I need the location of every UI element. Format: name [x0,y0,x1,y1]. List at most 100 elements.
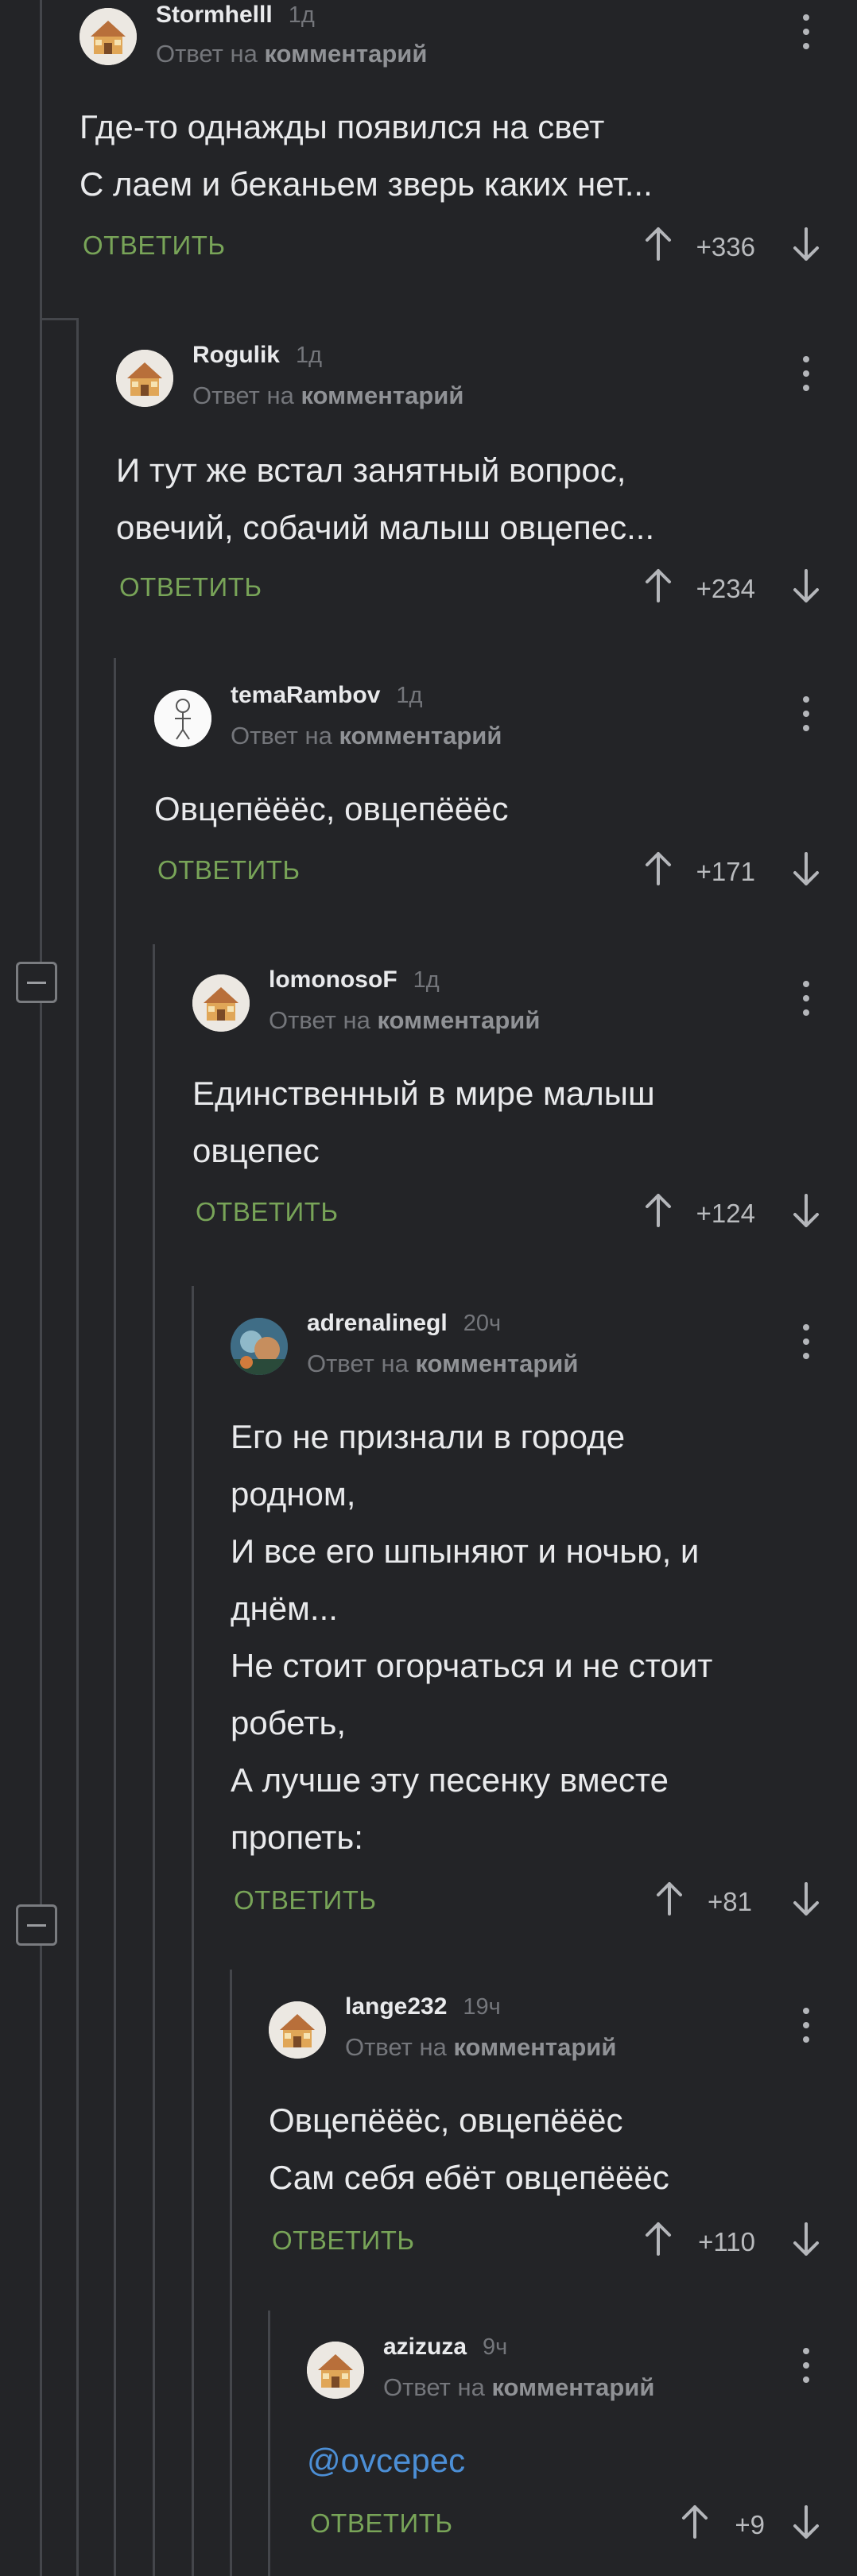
reply-prefix: Ответ на [192,382,294,409]
reply-button[interactable]: ОТВЕТИТЬ [196,1197,339,1227]
username-text[interactable]: lange232 [345,1993,447,2020]
reply-button[interactable]: ОТВЕТИТЬ [119,572,262,602]
comment-actions: ОТВЕТИТЬ +336 [79,227,827,270]
house-avatar-icon[interactable] [307,2342,364,2399]
rating-count: +171 [696,857,755,886]
collapse-thread-button[interactable] [16,962,57,1003]
rating-count: +110 [698,2227,755,2256]
reply-target-link[interactable]: комментарий [415,1350,578,1377]
more-options-icon[interactable] [803,1324,809,1359]
upvote-arrow-icon[interactable] [644,1192,673,1229]
timestamp: 20ч [463,1311,502,1336]
comment-body: Где-то однажды появился на свет С лаем и… [79,108,653,203]
minus-icon [27,1923,46,1927]
username-text[interactable]: lomonosoF [269,966,397,993]
collapse-thread-button[interactable] [16,1904,57,1946]
reply-button[interactable]: ОТВЕТИТЬ [234,1885,377,1916]
thread-line-1 [40,0,42,2576]
reply-to-line: Ответ на комментарий [383,2373,654,2402]
reply-to-line: Ответ на комментарий [345,2033,616,2062]
downvote-arrow-icon[interactable] [792,1881,820,1917]
upvote-arrow-icon[interactable] [681,2504,709,2540]
more-options-icon[interactable] [803,696,809,731]
reply-target-link[interactable]: комментарий [491,2373,654,2401]
downvote-arrow-icon[interactable] [792,850,820,887]
reply-to-line: Ответ на комментарий [192,382,463,410]
comment-actions: ОТВЕТИТЬ +110 [269,2222,827,2265]
house-avatar-icon[interactable] [269,2001,326,2059]
reply-prefix: Ответ на [269,1006,370,1034]
downvote-arrow-icon[interactable] [792,567,820,604]
username[interactable]: azizuza 9ч [383,2334,507,2361]
reply-target-link[interactable]: комментарий [264,40,427,68]
more-options-icon[interactable] [803,981,809,1016]
username[interactable]: Stormhelll 1д [156,2,315,29]
username[interactable]: lomonosoF 1д [269,966,440,994]
more-options-icon[interactable] [803,2008,809,2043]
username-text[interactable]: azizuza [383,2334,467,2360]
reply-to-line: Ответ на комментарий [156,40,427,68]
username-text[interactable]: adrenalinegl [307,1310,448,1336]
username[interactable]: lange232 19ч [345,1993,501,2020]
thread-line-5 [192,1286,194,2576]
reply-button[interactable]: ОТВЕТИТЬ [157,855,301,885]
reply-prefix: Ответ на [307,1350,409,1377]
downvote-arrow-icon[interactable] [792,1192,820,1229]
thread-line-4 [153,944,155,2576]
comment-body: И тут же встал занятный вопрос, овечий, … [116,451,655,546]
downvote-arrow-icon[interactable] [792,2504,820,2540]
comment-body: Его не признали в городе родном, И все е… [231,1418,713,1856]
reply-button[interactable]: ОТВЕТИТЬ [83,230,226,261]
more-options-icon[interactable] [803,2348,809,2383]
comment-actions: ОТВЕТИТЬ +124 [192,1194,827,1237]
timestamp: 19ч [463,1994,501,2020]
rating-count: +124 [696,1199,755,1228]
house-avatar-icon[interactable] [79,8,137,65]
username[interactable]: Rogulik 1д [192,342,322,369]
mention-link[interactable]: @ovcepec [307,2432,465,2489]
thread-line-7 [268,2311,270,2576]
username-text[interactable]: Stormhelll [156,2,273,28]
reply-button[interactable]: ОТВЕТИТЬ [310,2508,453,2539]
house-avatar-icon[interactable] [116,350,173,407]
comment-actions: ОТВЕТИТЬ +9 [307,2505,827,2548]
comment-actions: ОТВЕТИТЬ +171 [154,852,827,895]
comment-body: Овцепёёёс, овцепёёёс Сам себя ебёт овцеп… [269,2101,669,2196]
house-avatar-icon[interactable] [192,974,250,1032]
comment-body: Единственный в мире малыш овцепес [192,1075,655,1169]
more-options-icon[interactable] [803,14,809,49]
username-text[interactable]: Rogulik [192,342,280,368]
comment-body: Овцепёёёс, овцепёёёс [154,790,509,827]
username[interactable]: adrenalinegl 20ч [307,1310,501,1337]
upvote-arrow-icon[interactable] [644,2221,673,2257]
timestamp: 1д [296,343,323,368]
rating-count: +234 [696,574,755,603]
reply-to-line: Ответ на комментарий [269,1006,540,1035]
username[interactable]: temaRambov 1д [231,682,422,709]
reply-to-line: Ответ на комментарий [231,722,502,750]
timestamp: 1д [413,967,440,993]
thread-line-3 [114,658,116,2576]
thread-corner-1 [40,318,76,320]
reply-prefix: Ответ на [383,2373,485,2401]
timestamp: 1д [396,683,423,708]
reply-prefix: Ответ на [345,2033,447,2061]
upvote-arrow-icon[interactable] [644,567,673,604]
reply-target-link[interactable]: комментарий [301,382,463,409]
photo-avatar-icon[interactable] [231,1318,288,1375]
timestamp: 9ч [483,2334,508,2360]
upvote-arrow-icon[interactable] [655,1881,684,1917]
more-options-icon[interactable] [803,356,809,391]
upvote-arrow-icon[interactable] [644,850,673,887]
upvote-arrow-icon[interactable] [644,226,673,262]
reply-target-link[interactable]: комментарий [339,722,502,750]
username-text[interactable]: temaRambov [231,682,380,708]
downvote-arrow-icon[interactable] [792,2221,820,2257]
rating-count: +9 [735,2510,765,2539]
reply-target-link[interactable]: комментарий [453,2033,616,2061]
reply-target-link[interactable]: комментарий [377,1006,540,1034]
timestamp: 1д [288,2,315,28]
sketch-avatar-icon[interactable] [154,690,211,747]
downvote-arrow-icon[interactable] [792,226,820,262]
reply-button[interactable]: ОТВЕТИТЬ [272,2225,415,2256]
